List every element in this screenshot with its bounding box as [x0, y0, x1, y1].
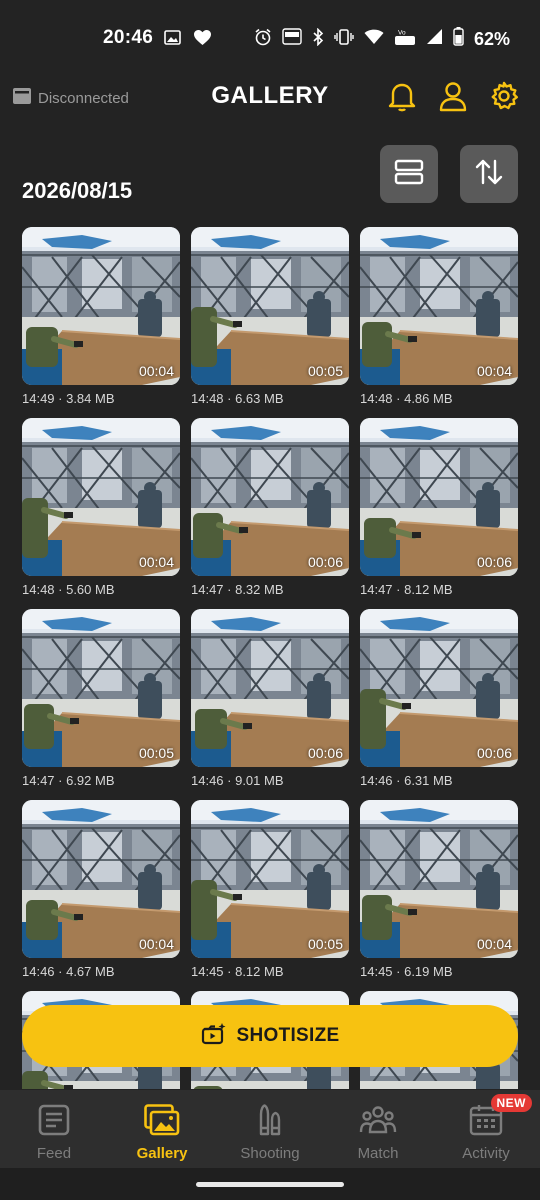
video-meta: 14:49 · 3.84 MB	[22, 391, 115, 406]
battery-icon	[453, 27, 464, 51]
video-thumbnail: 00:04	[22, 418, 180, 576]
video-thumbnail: 00:05	[22, 609, 180, 767]
battery-level: 62%	[473, 28, 510, 49]
video-meta: 14:48 · 4.86 MB	[360, 391, 453, 406]
video-tile[interactable]: 00:04 14:48 · 5.60 MB	[22, 418, 180, 597]
app-header: Disconnected GALLERY	[0, 78, 540, 118]
view-toggle-button[interactable]	[380, 145, 438, 203]
video-duration: 00:05	[138, 745, 174, 761]
video-duration: 00:04	[476, 936, 512, 952]
video-tile[interactable]: 00:06 14:47 · 8.32 MB	[191, 418, 349, 597]
video-tile[interactable]: 00:05 14:45 · 8.12 MB	[191, 800, 349, 979]
sort-icon	[474, 158, 504, 191]
svg-text:Vo: Vo	[398, 29, 406, 36]
nav-item-activity[interactable]: NEW Activity	[432, 1090, 540, 1168]
bullets-icon	[252, 1104, 288, 1141]
nav-item-shooting[interactable]: Shooting	[216, 1090, 324, 1168]
bottom-nav: Feed Gallery Shooting Match NEW Activity	[0, 1090, 540, 1168]
video-meta: 14:48 · 5.60 MB	[22, 582, 115, 597]
video-tile[interactable]: 00:05 14:47 · 6.92 MB	[22, 609, 180, 788]
nav-item-gallery[interactable]: Gallery	[108, 1090, 216, 1168]
status-bar: 20:46 Vo 62%	[0, 0, 540, 78]
video-duration: 00:06	[476, 554, 512, 570]
gesture-area	[0, 1168, 540, 1200]
video-thumbnail: 00:05	[191, 800, 349, 958]
bluetooth-icon	[312, 27, 324, 51]
video-thumbnail: 00:06	[360, 609, 518, 767]
video-duration: 00:06	[307, 745, 343, 761]
video-duration: 00:04	[138, 554, 174, 570]
video-duration: 00:04	[476, 363, 512, 379]
video-meta: 14:47 · 8.12 MB	[360, 582, 453, 597]
video-tile[interactable]: 00:05 14:48 · 6.63 MB	[191, 227, 349, 406]
video-duration: 00:06	[307, 554, 343, 570]
nav-item-feed[interactable]: Feed	[0, 1090, 108, 1168]
video-thumbnail: 00:04	[22, 800, 180, 958]
alarm-icon	[254, 28, 272, 51]
nav-label-match: Match	[357, 1145, 399, 1162]
nav-label-gallery: Gallery	[136, 1145, 188, 1162]
video-thumbnail: 00:04	[360, 800, 518, 958]
video-thumbnail: 00:06	[360, 418, 518, 576]
video-meta: 14:46 · 9.01 MB	[191, 773, 284, 788]
video-meta: 14:48 · 6.63 MB	[191, 391, 284, 406]
video-tile[interactable]: 00:06 14:47 · 8.12 MB	[360, 418, 518, 597]
video-tile[interactable]: 00:04 14:48 · 4.86 MB	[360, 227, 518, 406]
group-icon	[359, 1104, 397, 1141]
video-thumbnail: 00:04	[360, 227, 518, 385]
video-grid: 00:04 14:49 · 3.84 MB 00:05 14:48 · 6.63 MB…	[22, 227, 519, 1089]
nav-label-shooting: Shooting	[240, 1145, 300, 1162]
video-meta: 14:46 · 6.31 MB	[360, 773, 453, 788]
sort-button[interactable]	[460, 145, 518, 203]
video-thumbnail: 00:06	[191, 609, 349, 767]
wifi-icon	[364, 29, 384, 50]
nav-item-match[interactable]: Match	[324, 1090, 432, 1168]
bell-icon[interactable]	[384, 78, 420, 114]
status-time: 20:46	[103, 27, 154, 48]
signal-icon	[426, 28, 443, 50]
video-meta: 14:45 · 8.12 MB	[191, 964, 284, 979]
video-duration: 00:05	[307, 363, 343, 379]
user-icon[interactable]	[435, 78, 471, 114]
image-icon	[164, 30, 181, 50]
auto-icon	[282, 28, 302, 50]
video-meta: 14:45 · 6.19 MB	[360, 964, 453, 979]
shotisize-label: SHOTISIZE	[236, 1025, 340, 1046]
heart-icon	[193, 29, 212, 51]
video-thumbnail: 00:04	[22, 227, 180, 385]
video-duration: 00:04	[138, 363, 174, 379]
video-tile[interactable]: 00:06 14:46 · 6.31 MB	[360, 609, 518, 788]
gallery-icon	[144, 1104, 180, 1141]
camera-sparkle-icon	[201, 1022, 227, 1051]
video-tile[interactable]: 00:04 14:45 · 6.19 MB	[360, 800, 518, 979]
video-meta: 14:47 · 6.92 MB	[22, 773, 115, 788]
video-thumbnail: 00:06	[191, 418, 349, 576]
nav-label-activity: Activity	[462, 1145, 510, 1162]
shotisize-button[interactable]: SHOTISIZE	[22, 1005, 518, 1067]
nav-label-feed: Feed	[36, 1145, 72, 1162]
video-duration: 00:05	[307, 936, 343, 952]
gallery-date-heading: 2026/08/15	[22, 178, 133, 203]
video-duration: 00:04	[138, 936, 174, 952]
view-toggle-icon	[394, 159, 424, 190]
video-meta: 14:46 · 4.67 MB	[22, 964, 115, 979]
gesture-bar[interactable]	[196, 1182, 344, 1187]
video-tile[interactable]: 00:04 14:46 · 4.67 MB	[22, 800, 180, 979]
volte-icon: Vo	[394, 28, 416, 51]
new-badge: NEW	[490, 1094, 532, 1112]
gear-icon[interactable]	[486, 78, 522, 114]
video-tile[interactable]: 00:06 14:46 · 9.01 MB	[191, 609, 349, 788]
video-meta: 14:47 · 8.32 MB	[191, 582, 284, 597]
video-duration: 00:06	[476, 745, 512, 761]
video-tile[interactable]: 00:04 14:49 · 3.84 MB	[22, 227, 180, 406]
vibrate-icon	[334, 28, 354, 50]
feed-icon	[37, 1104, 71, 1141]
video-thumbnail: 00:05	[191, 227, 349, 385]
